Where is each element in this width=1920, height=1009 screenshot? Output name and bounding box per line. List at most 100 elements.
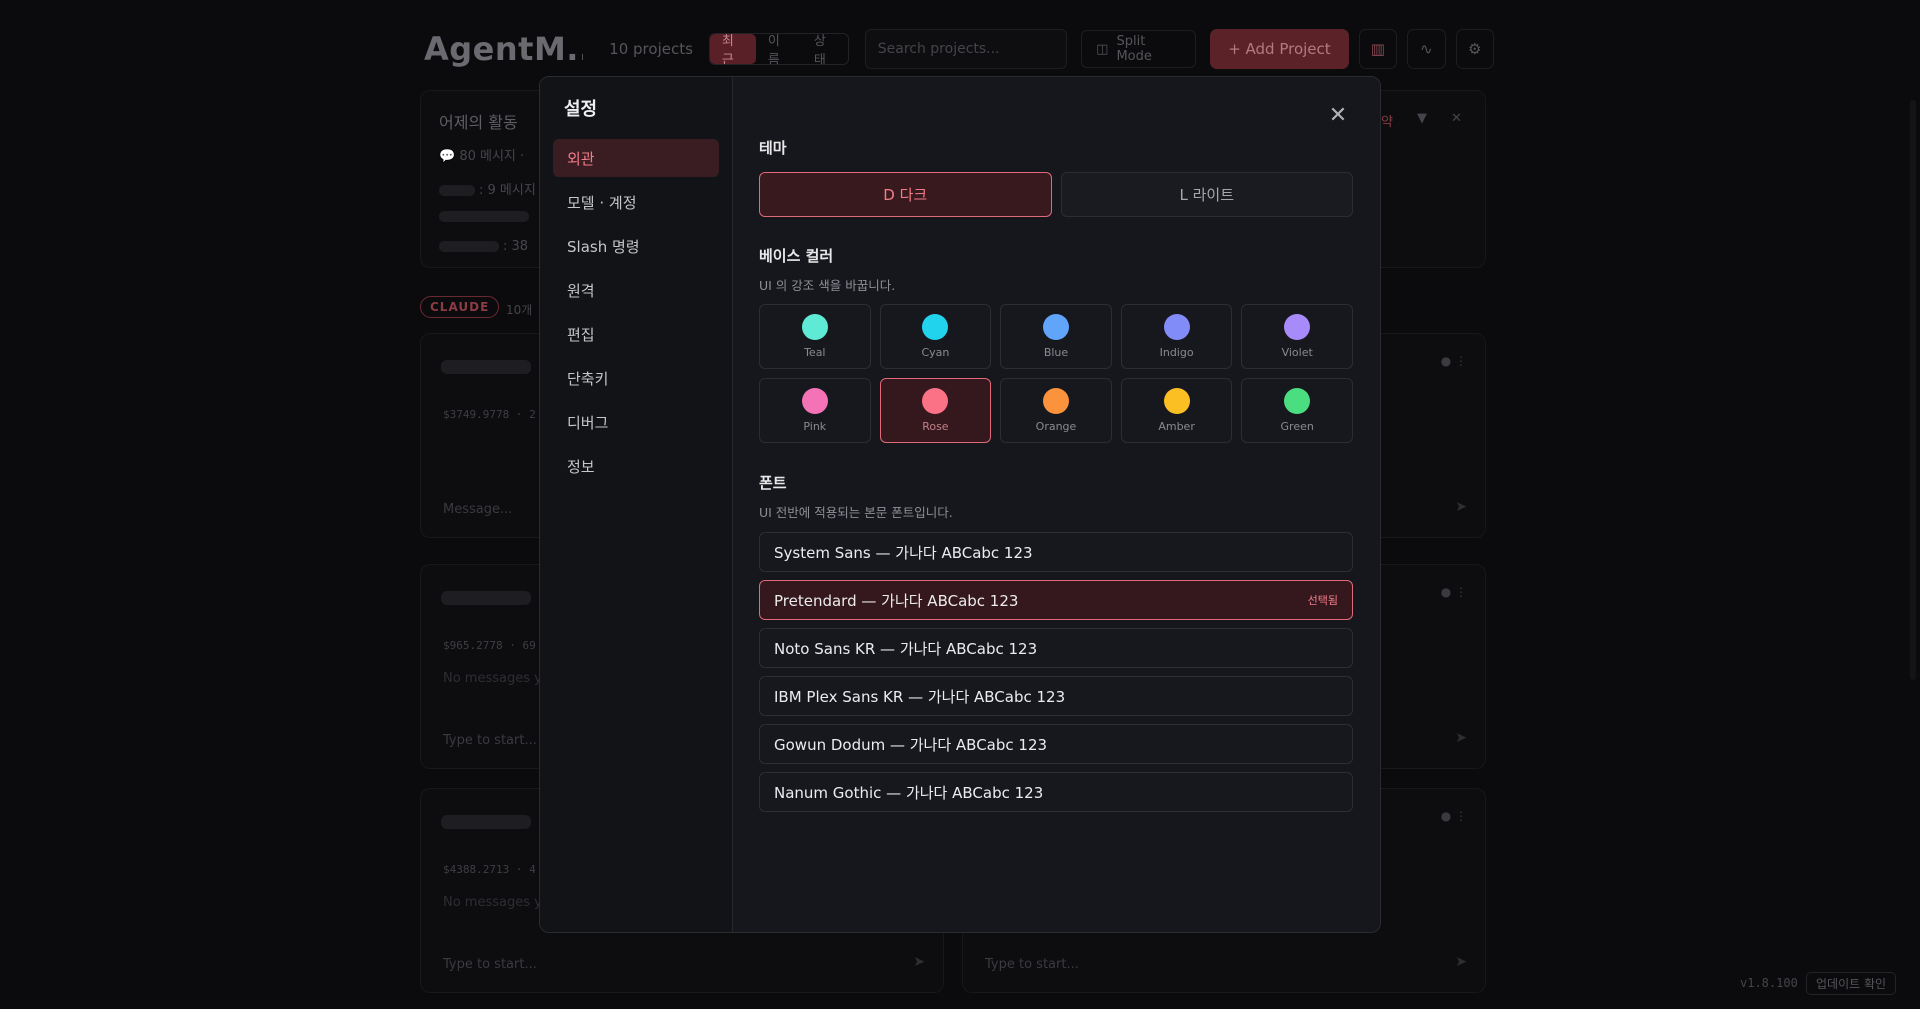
check-update-button[interactable]: 업데이트 확인 <box>1806 972 1897 995</box>
color-dot <box>1163 388 1190 414</box>
project-cost: $965.2778 · 69 <box>443 639 536 652</box>
close-icon[interactable]: ✕ <box>1451 111 1462 126</box>
nav-slash-commands[interactable]: Slash 명령 <box>553 227 719 265</box>
font-option-label: IBM Plex Sans KR — 가나다 ABCabc 123 <box>774 687 1066 706</box>
color-swatch-teal[interactable]: Teal <box>759 304 871 369</box>
theme-light-button[interactable]: L 라이트 <box>1060 172 1353 217</box>
project-count: 10 projects <box>609 40 693 58</box>
nav-editing[interactable]: 편집 <box>553 315 719 353</box>
nav-about[interactable]: 정보 <box>553 447 719 485</box>
more-icon[interactable]: ● ⋮ <box>1441 585 1467 599</box>
split-mode-label: Split Mode <box>1116 34 1152 64</box>
activity-line: : 9 메시지 <box>439 179 536 198</box>
color-swatch-label: Indigo <box>1159 346 1194 359</box>
font-option[interactable]: Pretendard — 가나다 ABCabc 123 선택됨 <box>759 580 1353 620</box>
color-swatch-label: Blue <box>1043 346 1069 359</box>
project-name-blurred <box>441 815 531 829</box>
color-swatch-label: Pink <box>803 420 827 433</box>
search-projects-input[interactable]: Search projects... <box>864 29 1068 69</box>
color-swatches: Teal Cyan Blue Indigo Violet Pink Rose Orange Am… <box>759 304 1353 443</box>
message-input[interactable]: Type to start... <box>985 957 1079 972</box>
close-icon[interactable]: ✕ <box>1326 103 1350 128</box>
color-swatch-cyan[interactable]: Cyan <box>879 304 992 369</box>
font-option-label: Noto Sans KR — 가나다 ABCabc 123 <box>774 639 1038 658</box>
claude-group-count: 10개 <box>506 303 533 317</box>
settings-modal: 설정 외관 모델 · 계정 Slash 명령 원격 편집 단축키 디버그 정보 … <box>539 76 1381 933</box>
color-swatch-green[interactable]: Green <box>1241 378 1353 443</box>
color-dot <box>1284 314 1311 340</box>
message-input[interactable]: Message... <box>443 502 512 517</box>
bar-chart-icon: ▥ <box>1370 40 1385 58</box>
split-mode-button[interactable]: ◫ Split Mode <box>1081 30 1197 68</box>
chevron-down-icon[interactable]: ▼ <box>1417 111 1427 126</box>
color-swatch-violet[interactable]: Violet <box>1241 304 1353 369</box>
nav-shortcuts[interactable]: 단축키 <box>553 359 719 397</box>
activity-right-label: 약 <box>1381 115 1393 130</box>
font-options: System Sans — 가나다 ABCabc 123 Pretendard —… <box>759 532 1353 820</box>
color-swatch-pink[interactable]: Pink <box>759 378 871 443</box>
font-option[interactable]: System Sans — 가나다 ABCabc 123 <box>759 532 1353 572</box>
app-version: v1.8.100 <box>1740 976 1798 990</box>
gear-icon: ⚙ <box>1468 40 1482 58</box>
send-icon[interactable]: ➤ <box>913 954 925 970</box>
activity-button[interactable]: ∿ <box>1407 29 1446 69</box>
font-description: UI 전반에 적용되는 본문 폰트입니다. <box>759 505 953 520</box>
pulse-icon: ∿ <box>1420 40 1433 58</box>
settings-title: 설정 <box>564 99 598 120</box>
app-title: AgentM... <box>424 30 583 68</box>
color-swatch-blue[interactable]: Blue <box>1000 304 1112 369</box>
color-swatch-amber[interactable]: Amber <box>1120 378 1233 443</box>
font-section-title: 폰트 <box>759 474 787 492</box>
project-name-blurred <box>441 591 531 605</box>
font-option-label: System Sans — 가나다 ABCabc 123 <box>774 543 1033 562</box>
sort-tab-status[interactable]: 상태 <box>802 34 848 64</box>
sort-tab-recent[interactable]: 최근 <box>709 34 756 64</box>
font-option[interactable]: Nanum Gothic — 가나다 ABCabc 123 <box>759 772 1353 812</box>
project-name-blurred <box>441 360 531 374</box>
send-icon[interactable]: ➤ <box>1455 730 1467 746</box>
sort-tab-name[interactable]: 이름 <box>756 34 802 64</box>
font-option-label: Nanum Gothic — 가나다 ABCabc 123 <box>774 783 1044 802</box>
message-input[interactable]: Type to start... <box>443 733 537 748</box>
color-dot <box>1284 388 1311 414</box>
font-option[interactable]: IBM Plex Sans KR — 가나다 ABCabc 123 <box>759 676 1353 716</box>
activity-line-blurred <box>439 209 533 224</box>
nav-appearance[interactable]: 외관 <box>553 139 719 177</box>
color-swatch-indigo[interactable]: Indigo <box>1120 304 1233 369</box>
theme-options: D 다크 L 라이트 <box>759 172 1353 217</box>
activity-line: : 38 <box>439 239 528 254</box>
color-swatch-label: Amber <box>1158 420 1195 433</box>
color-swatch-rose[interactable]: Rose <box>879 378 992 443</box>
nav-model-account[interactable]: 모델 · 계정 <box>553 183 719 221</box>
settings-button[interactable]: ⚙ <box>1455 29 1494 69</box>
color-swatch-orange[interactable]: Orange <box>1000 378 1112 443</box>
color-dot <box>1042 388 1069 414</box>
message-input[interactable]: Type to start... <box>443 957 537 972</box>
more-icon[interactable]: ● ⋮ <box>1441 809 1467 823</box>
settings-sidebar: 설정 외관 모델 · 계정 Slash 명령 원격 편집 단축키 디버그 정보 <box>540 77 733 932</box>
selected-badge: 선택됨 <box>1307 594 1338 607</box>
nav-remote[interactable]: 원격 <box>553 271 719 309</box>
stats-button[interactable]: ▥ <box>1358 29 1398 69</box>
settings-content: ✕ 테마 D 다크 L 라이트 베이스 컬러 UI 의 강조 색을 바꿉니다. … <box>733 77 1380 932</box>
project-cost: $4388.2713 · 4 <box>443 863 536 876</box>
font-option[interactable]: Gowun Dodum — 가나다 ABCabc 123 <box>759 724 1353 764</box>
page-scrollbar[interactable] <box>1910 100 1916 680</box>
base-color-description: UI 의 강조 색을 바꿉니다. <box>759 278 896 293</box>
send-icon[interactable]: ➤ <box>1455 954 1467 970</box>
theme-dark-button[interactable]: D 다크 <box>759 172 1052 217</box>
add-project-button[interactable]: + Add Project <box>1210 29 1349 69</box>
no-messages-text: No messages y <box>443 671 542 686</box>
nav-debug[interactable]: 디버그 <box>553 403 719 441</box>
color-swatch-label: Violet <box>1281 346 1313 359</box>
claude-group-badge[interactable]: CLAUDE <box>420 296 500 318</box>
font-option[interactable]: Noto Sans KR — 가나다 ABCabc 123 <box>759 628 1353 668</box>
more-icon[interactable]: ● ⋮ <box>1441 354 1467 368</box>
color-swatch-label: Rose <box>922 420 949 433</box>
settings-nav: 외관 모델 · 계정 Slash 명령 원격 편집 단축키 디버그 정보 <box>553 139 719 485</box>
color-dot <box>1042 314 1069 340</box>
no-messages-text: No messages y <box>443 895 542 910</box>
sort-tabs: 최근 이름 상태 <box>708 33 849 65</box>
split-icon: ◫ <box>1096 41 1109 57</box>
send-icon[interactable]: ➤ <box>1455 499 1467 515</box>
